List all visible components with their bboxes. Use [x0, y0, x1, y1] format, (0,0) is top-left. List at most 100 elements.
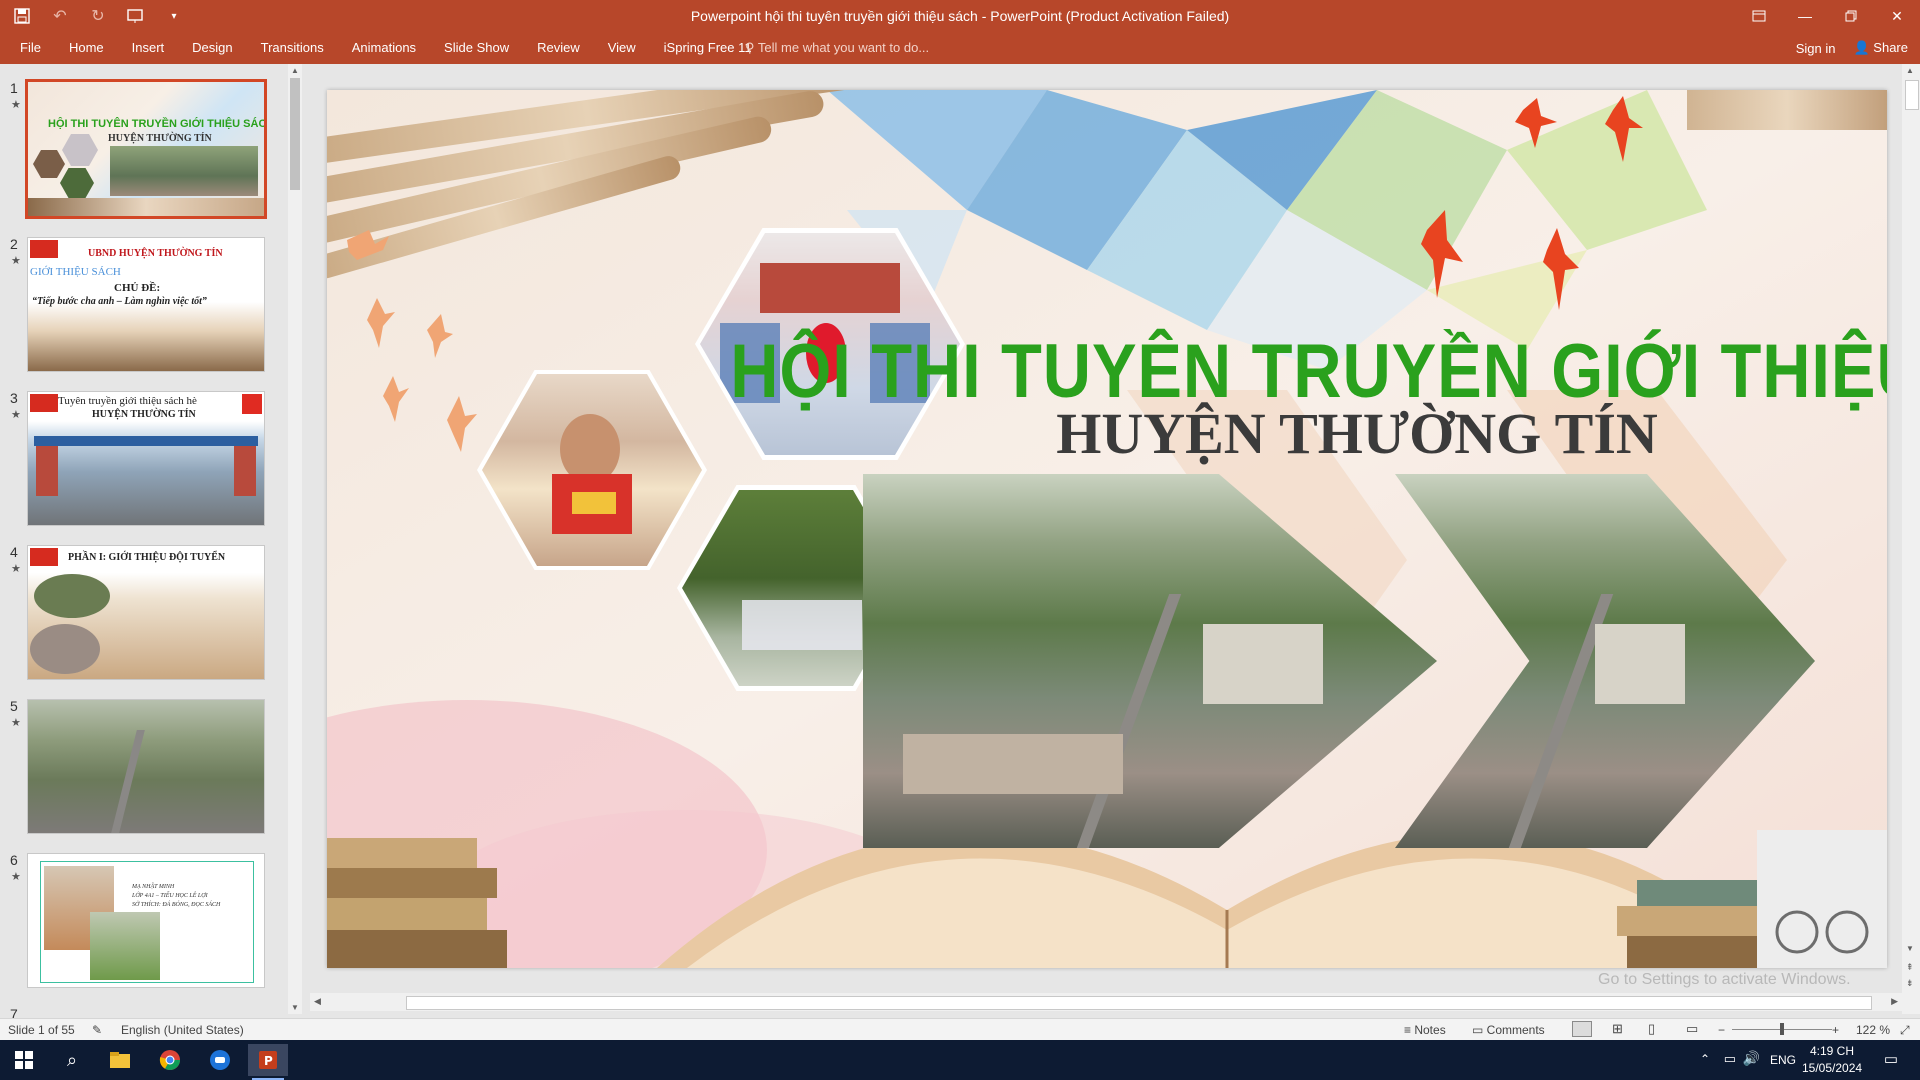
thumbnail-slide-1[interactable]: HỘI THI TUYÊN TRUYỀN GIỚI THIỆU SÁCH HÈ … — [28, 82, 264, 216]
scroll-left-icon[interactable]: ◀ — [314, 996, 321, 1007]
tab-file[interactable]: File — [6, 32, 55, 64]
scroll-right-icon[interactable]: ▶ — [1891, 996, 1898, 1007]
notification-icon[interactable]: ▭ — [1884, 1050, 1898, 1068]
tab-transitions[interactable]: Transitions — [247, 32, 338, 64]
thumb-3-flag — [30, 394, 58, 412]
lightbulb-icon: ⚲ — [745, 40, 758, 55]
thumb-3-gate — [34, 436, 258, 446]
input-language[interactable]: ENG — [1770, 1053, 1796, 1067]
reading-view-icon[interactable]: ▯ — [1648, 1021, 1655, 1037]
tab-view[interactable]: View — [594, 32, 650, 64]
scroll-down-icon[interactable]: ▼ — [291, 1003, 299, 1012]
network-icon[interactable]: ▭ — [1724, 1051, 1736, 1067]
thumbnail-scrollbar[interactable]: ▲ ▼ — [288, 64, 302, 1014]
status-bar: Slide 1 of 55 ✎ English (United States) … — [0, 1018, 1920, 1041]
slide-sorter-icon[interactable]: ⊞ — [1612, 1021, 1623, 1037]
title-bar: ↶ ↻ ▾ Powerpoint hội thi tuyên truyền gi… — [0, 0, 1920, 32]
tab-slide-show[interactable]: Slide Show — [430, 32, 523, 64]
minimize-icon[interactable]: — — [1782, 0, 1828, 32]
animation-star-icon: ★ — [11, 871, 21, 883]
animation-star-icon: ★ — [11, 255, 21, 267]
scroll-up-icon[interactable]: ▲ — [1906, 66, 1914, 75]
show-hidden-icons-icon[interactable]: ⌃ — [1700, 1052, 1710, 1066]
thumb-2-line3: CHỦ ĐỀ: — [114, 282, 161, 294]
thumb-2-flag — [30, 240, 58, 258]
thumb-2-line1: UBND HUYỆN THƯỜNG TÍN — [88, 248, 223, 259]
tab-animations[interactable]: Animations — [338, 32, 430, 64]
tab-design[interactable]: Design — [178, 32, 246, 64]
zoom-slider-handle[interactable] — [1780, 1023, 1784, 1035]
tell-me-box[interactable]: ⚲ Tell me what you want to do... — [745, 32, 929, 64]
tab-home[interactable]: Home — [55, 32, 118, 64]
restore-icon[interactable] — [1828, 0, 1874, 32]
slide-subtitle[interactable]: HUYỆN THƯỜNG TÍN — [857, 400, 1857, 467]
photo-book — [572, 492, 616, 514]
ribbon-display-options-icon[interactable] — [1736, 0, 1782, 32]
close-icon[interactable]: ✕ — [1874, 0, 1920, 32]
svg-text:P: P — [264, 1054, 273, 1068]
windows-activation-watermark: Go to Settings to activate Windows. — [1598, 971, 1851, 988]
zoom-level[interactable]: 122 % — [1856, 1023, 1890, 1037]
thumb-4-photo — [34, 574, 110, 618]
photo-buildings — [903, 734, 1123, 794]
next-slide-icon[interactable]: ⇟ — [1906, 978, 1914, 989]
slide-horizontal-scrollbar[interactable]: ◀ ▶ — [310, 993, 1902, 1011]
zoom-out-icon[interactable]: − — [1718, 1023, 1725, 1037]
powerpoint-taskbar-icon[interactable]: P — [248, 1044, 288, 1076]
language-indicator[interactable]: English (United States) — [121, 1023, 244, 1037]
notes-label: Notes — [1414, 1023, 1446, 1037]
windows-start-icon[interactable] — [4, 1044, 44, 1076]
scroll-up-icon[interactable]: ▲ — [291, 66, 299, 75]
search-icon[interactable]: ⌕ — [52, 1044, 92, 1076]
thumb-2-line2: GIỚI THIỆU SÁCH — [30, 266, 121, 278]
thumb-5-road — [111, 730, 145, 833]
slide-vertical-scrollbar[interactable]: ▲ ▼ ⇞ ⇟ — [1902, 64, 1920, 1014]
thumb-1-title: HỘI THI TUYÊN TRUYỀN GIỚI THIỆU SÁCH HÈ … — [48, 118, 264, 130]
zalo-icon[interactable] — [200, 1044, 240, 1076]
photo-road — [1076, 594, 1182, 848]
window-controls: — ✕ — [1736, 0, 1920, 32]
thumb-number-3: 3 — [10, 390, 18, 406]
file-explorer-icon[interactable] — [100, 1044, 140, 1076]
slide-count: Slide 1 of 55 — [8, 1023, 75, 1037]
comments-button[interactable]: ▭ Comments — [1472, 1023, 1545, 1037]
zoom-in-icon[interactable]: + — [1832, 1023, 1839, 1037]
photo-buildings — [1203, 624, 1323, 704]
slide-scroll-thumb[interactable] — [1905, 80, 1919, 110]
thumbnail-slide-2[interactable]: UBND HUYỆN THƯỜNG TÍN GIỚI THIỆU SÁCH CH… — [28, 238, 264, 371]
thumb-number-2: 2 — [10, 236, 18, 252]
notes-button[interactable]: ≡ Notes — [1404, 1023, 1446, 1037]
thumb-6-line3: SỞ THÍCH: ĐÁ BÓNG, ĐỌC SÁCH — [132, 902, 221, 908]
windows-taskbar: ⌕ P ⌃ ▭ 🔊 ENG 4:19 CH 15/05/2024 ▭ — [0, 1040, 1920, 1080]
share-button[interactable]: 👤 Share — [1853, 40, 1908, 56]
animation-star-icon: ★ — [11, 99, 21, 111]
horizontal-scroll-thumb[interactable] — [406, 996, 1872, 1010]
thumb-6-line1: MẠ NHẬT MINH — [132, 884, 175, 890]
volume-icon[interactable]: 🔊 — [1743, 1050, 1760, 1067]
slide-thumbnails-pane: 1 ★ HỘI THI TUYÊN TRUYỀN GIỚI THIỆU SÁC H… — [0, 64, 305, 1022]
thumb-number-5: 5 — [10, 698, 18, 714]
normal-view-icon[interactable] — [1572, 1021, 1592, 1037]
slide-show-view-icon[interactable]: ▭ — [1686, 1021, 1698, 1037]
clock-time[interactable]: 4:19 CH — [1802, 1044, 1862, 1058]
tab-review[interactable]: Review — [523, 32, 594, 64]
share-label: Share — [1873, 40, 1908, 55]
thumb-6-photo — [90, 912, 160, 980]
thumbnail-scroll-thumb[interactable] — [290, 78, 300, 190]
thumbnail-slide-4[interactable]: PHẦN I: GIỚI THIỆU ĐỘI TUYỂN — [28, 546, 264, 679]
previous-slide-icon[interactable]: ⇞ — [1906, 962, 1914, 973]
thumbnail-slide-5[interactable] — [28, 700, 264, 833]
thumb-1-aerial-photo — [110, 146, 258, 196]
sign-in-link[interactable]: Sign in — [1796, 41, 1836, 56]
clock-date[interactable]: 15/05/2024 — [1802, 1061, 1862, 1075]
chrome-icon[interactable] — [150, 1044, 190, 1076]
thumb-1-books — [28, 198, 264, 216]
spelling-icon[interactable]: ✎ — [92, 1023, 102, 1037]
thumbnail-slide-6[interactable]: MẠ NHẬT MINH LỚP 4A1 – TIỂU HỌC LÊ LỢI S… — [28, 854, 264, 987]
tab-insert[interactable]: Insert — [118, 32, 179, 64]
ribbon-tabs: File Home Insert Design Transitions Anim… — [0, 32, 1920, 64]
thumbnail-slide-3[interactable]: Tuyên truyền giới thiệu sách hè HUYỆN TH… — [28, 392, 264, 525]
slide-canvas[interactable]: HỘI THI TUYÊN TRUYỀN GIỚI THIỆU SÁCH HÈ … — [327, 90, 1887, 968]
scroll-down-icon[interactable]: ▼ — [1906, 944, 1914, 953]
fit-slide-icon[interactable]: ⤢ — [1900, 1023, 1910, 1038]
